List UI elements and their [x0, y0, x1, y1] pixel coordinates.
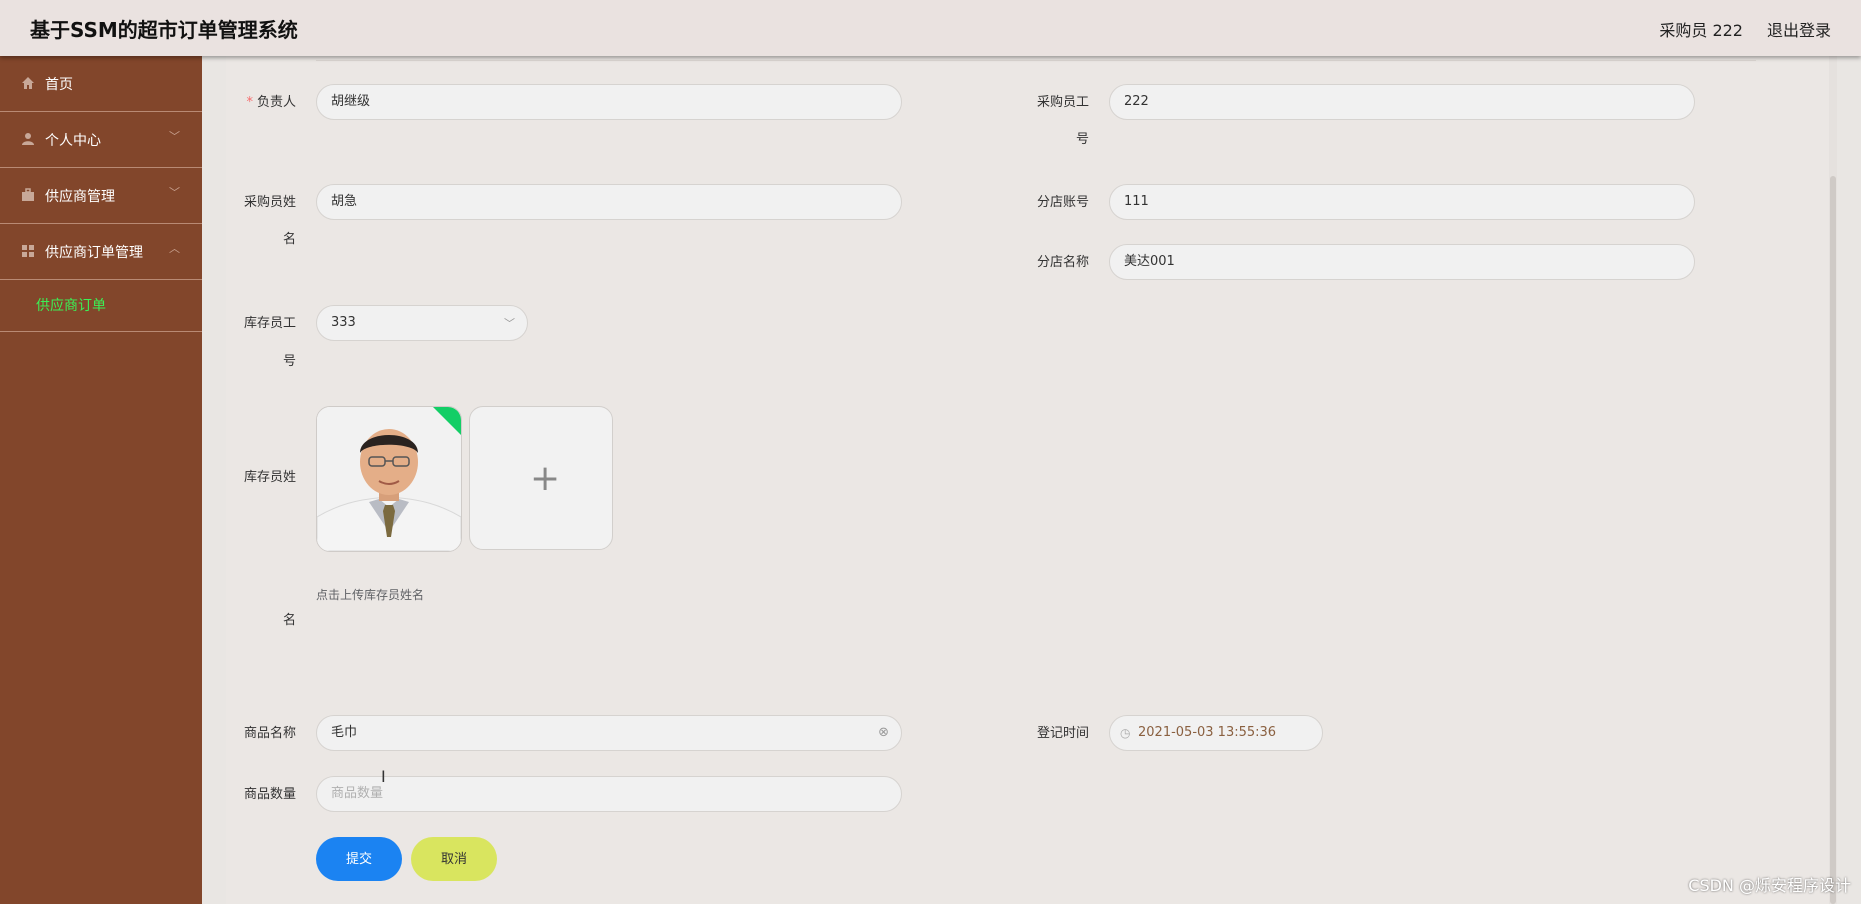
- upload-add-button[interactable]: +: [469, 406, 613, 550]
- stock-id-label-wrap: 号: [282, 354, 296, 369]
- plus-icon: +: [530, 458, 561, 499]
- product-name-input[interactable]: 毛巾 ⊗: [316, 715, 902, 751]
- app-title: 基于SSM的超市订单管理系统: [30, 18, 298, 42]
- product-qty-label: 商品数量: [243, 787, 296, 802]
- upload-tip: 点击上传库存员姓名: [316, 588, 425, 602]
- branch-account-label: 分店账号: [1036, 195, 1089, 210]
- buyer-name-input[interactable]: 胡急: [316, 184, 902, 220]
- watermark: CSDN @烁安程序设计: [1688, 876, 1851, 895]
- buyer-id-input[interactable]: 222: [1109, 84, 1695, 120]
- user-icon: [22, 133, 34, 145]
- stock-id-select[interactable]: 333 ﹀: [316, 305, 528, 341]
- buyer-id-label: 采购员工: [1036, 95, 1089, 110]
- sidebar-item-label: 供应商管理: [45, 189, 115, 205]
- sidebar: 首页 个人中心 ﹀ 供应商管理 ﹀ 供应商订单管理 ︿ 供应商订单: [0, 56, 202, 904]
- stock-name-label: 库存员姓: [243, 470, 296, 485]
- buyer-name-label-wrap: 名: [282, 232, 296, 247]
- logout-link[interactable]: 退出登录: [1767, 17, 1831, 41]
- grid-icon: [22, 245, 34, 257]
- chevron-down-icon: ﹀: [169, 130, 180, 143]
- branch-name-label: 分店名称: [1036, 255, 1089, 270]
- cancel-button[interactable]: 取消: [411, 837, 497, 881]
- sidebar-item-label: 供应商订单管理: [45, 245, 143, 261]
- scrollbar[interactable]: [1829, 56, 1837, 904]
- branch-name-input[interactable]: 美达001: [1109, 244, 1695, 280]
- submit-button[interactable]: 提交: [316, 837, 402, 881]
- uploaded-photo[interactable]: [316, 406, 462, 552]
- sidebar-item-label: 首页: [45, 77, 73, 93]
- manager-input[interactable]: 胡继级: [316, 84, 902, 120]
- form-panel: * 负责人 胡继级 采购员工 号 222 采购员姓 名 胡急 分店账号 111 分…: [226, 56, 1837, 904]
- current-user: 采购员 222: [1659, 21, 1743, 40]
- product-qty-input[interactable]: 商品数量: [316, 776, 902, 812]
- required-mark: *: [246, 95, 253, 110]
- sidebar-item-label: 个人中心: [45, 133, 101, 149]
- sidebar-item-home[interactable]: 首页: [0, 56, 202, 112]
- top-bar: 基于SSM的超市订单管理系统 采购员 222 退出登录: [0, 0, 1861, 56]
- chevron-up-icon: ︿: [169, 242, 180, 255]
- scrollbar-thumb[interactable]: [1830, 176, 1836, 904]
- buyer-name-label: 采购员姓: [243, 195, 296, 210]
- text-cursor-icon: I: [381, 767, 386, 786]
- sidebar-item-supplier-orders[interactable]: 供应商订单管理 ︿: [0, 224, 202, 280]
- stock-id-label: 库存员工: [243, 316, 296, 331]
- buyer-id-label-wrap: 号: [1075, 132, 1089, 147]
- briefcase-icon: [22, 188, 34, 201]
- clear-icon[interactable]: ⊗: [878, 716, 889, 750]
- register-time-label: 登记时间: [1036, 726, 1089, 741]
- home-icon: [22, 77, 34, 89]
- chevron-down-icon: ﹀: [169, 186, 180, 199]
- sidebar-item-profile[interactable]: 个人中心 ﹀: [0, 112, 202, 168]
- branch-account-input[interactable]: 111: [1109, 184, 1695, 220]
- register-time-picker[interactable]: ◷ 2021-05-03 13:55:36: [1109, 715, 1323, 751]
- manager-label: * 负责人: [246, 95, 296, 110]
- sidebar-subitem-supplier-order[interactable]: 供应商订单: [0, 280, 202, 332]
- person-photo-image: [317, 407, 461, 551]
- chevron-down-icon: ﹀: [504, 317, 515, 330]
- sidebar-item-supplier[interactable]: 供应商管理 ﹀: [0, 168, 202, 224]
- clock-icon: ◷: [1120, 726, 1131, 740]
- sidebar-subitem-label: 供应商订单: [36, 298, 106, 314]
- stock-name-label-wrap: 名: [282, 613, 296, 628]
- product-name-label: 商品名称: [243, 726, 296, 741]
